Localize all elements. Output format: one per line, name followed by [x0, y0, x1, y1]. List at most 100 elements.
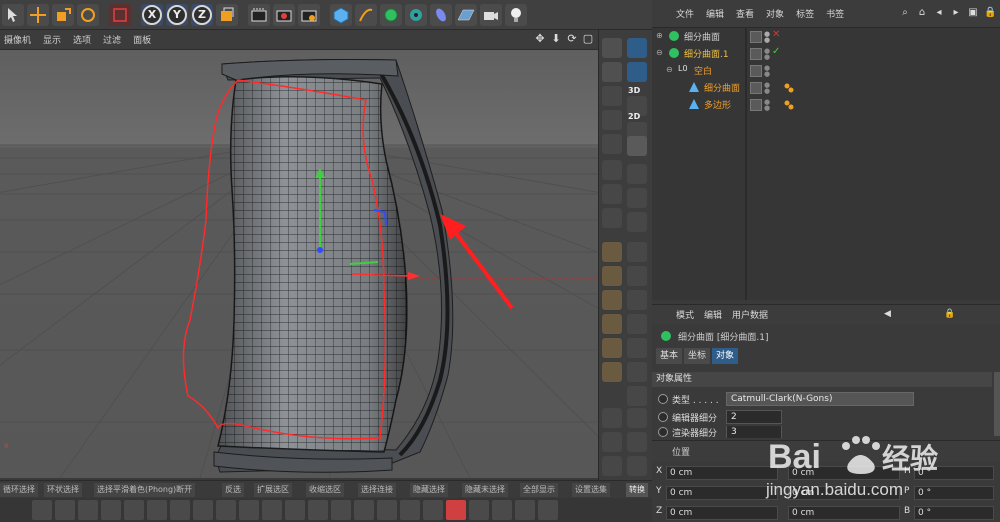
- tool-icon[interactable]: [170, 500, 190, 520]
- lock-icon[interactable]: 🔒: [944, 309, 955, 319]
- points-mode-icon[interactable]: [627, 164, 647, 184]
- spline-icon[interactable]: [627, 408, 647, 428]
- hide-selected-button[interactable]: 隐藏选择: [410, 483, 448, 497]
- checker-icon[interactable]: [602, 110, 622, 130]
- om-menu-object[interactable]: 对象: [766, 7, 784, 20]
- move-tool-icon[interactable]: [27, 3, 49, 26]
- grid-select-icon[interactable]: [602, 86, 622, 106]
- subdivision-surface-icon[interactable]: [380, 3, 402, 26]
- tag-red-icon[interactable]: [446, 500, 466, 520]
- bevel-icon[interactable]: [602, 160, 622, 180]
- convert-button[interactable]: 转换: [626, 483, 648, 497]
- cube-icon[interactable]: [330, 3, 352, 26]
- visibility-dots[interactable]: ● ●: [764, 47, 770, 60]
- tool-icon[interactable]: [147, 500, 167, 520]
- x-axis-lock-button[interactable]: X: [141, 3, 163, 26]
- expand-icon[interactable]: ⊕: [656, 31, 663, 40]
- collapse-icon[interactable]: ⊖: [666, 65, 673, 74]
- visibility-dots[interactable]: ● ●: [764, 64, 770, 77]
- object-row-polygon[interactable]: 多边形 ● ●: [652, 96, 1000, 113]
- home-icon[interactable]: ⌂: [916, 7, 928, 19]
- flatten-icon[interactable]: [627, 314, 647, 334]
- unhide-all-button[interactable]: 全部显示: [520, 483, 558, 497]
- object-row-subdivision-1[interactable]: ⊖ 细分曲面.1 ● ● ✓: [652, 45, 1000, 62]
- forward-icon[interactable]: ▸: [950, 7, 962, 19]
- magnet-icon[interactable]: [602, 242, 622, 262]
- tool-icon[interactable]: [239, 500, 259, 520]
- tool-icon[interactable]: [101, 500, 121, 520]
- slide-icon[interactable]: [602, 290, 622, 310]
- tool-icon[interactable]: [354, 500, 374, 520]
- dolly-icon[interactable]: ⬇: [550, 33, 562, 45]
- type-select[interactable]: Catmull-Clark(N-Gons): [726, 392, 914, 406]
- stitch-icon[interactable]: [602, 362, 622, 382]
- ring-select-button[interactable]: 环状选择: [44, 483, 82, 497]
- phong-tag-icon[interactable]: [784, 100, 794, 110]
- camera-icon[interactable]: [480, 3, 502, 26]
- tool-icon[interactable]: [377, 500, 397, 520]
- tool-icon[interactable]: [78, 500, 98, 520]
- orbit-icon[interactable]: ⟳: [566, 33, 578, 45]
- object-row-subdivision-child[interactable]: 细分曲面 ● ●: [652, 79, 1000, 96]
- scale-tool-icon[interactable]: [52, 3, 74, 26]
- tool-icon[interactable]: [492, 500, 512, 520]
- editor-subdivision-input[interactable]: 2: [726, 410, 782, 424]
- animate-toggle[interactable]: [658, 427, 668, 437]
- pen-spline-icon[interactable]: [355, 3, 377, 26]
- rotate-tool-icon[interactable]: [77, 3, 99, 26]
- visibility-dots[interactable]: ● ●: [764, 81, 770, 94]
- inflate-icon[interactable]: [627, 338, 647, 358]
- tweak-icon[interactable]: [627, 266, 647, 286]
- loop-select-button[interactable]: 循环选择: [0, 483, 38, 497]
- pinch-icon[interactable]: [627, 362, 647, 382]
- collapse-icon[interactable]: ⊖: [656, 48, 663, 57]
- tool-icon[interactable]: [262, 500, 282, 520]
- disabled-cross-icon[interactable]: ✕: [772, 29, 780, 40]
- model-mode-icon[interactable]: [627, 38, 647, 58]
- y-axis-lock-button[interactable]: Y: [166, 3, 188, 26]
- bridge-icon[interactable]: [602, 338, 622, 358]
- polygon-pen-icon[interactable]: [602, 62, 622, 82]
- coordinate-system-icon[interactable]: [216, 3, 238, 26]
- z-axis-lock-button[interactable]: Z: [191, 3, 213, 26]
- am-menu-edit[interactable]: 编辑: [704, 308, 722, 321]
- set-selection-button[interactable]: 设置选集: [572, 483, 610, 497]
- knife-tool-icon[interactable]: [602, 38, 622, 58]
- texture-mode-icon[interactable]: [627, 62, 647, 82]
- object-row-subdivision[interactable]: ⊕ 细分曲面 ● ● ✕: [652, 28, 1000, 45]
- am-menu-userdata[interactable]: 用户数据: [732, 308, 768, 321]
- tab-object[interactable]: 对象: [712, 348, 739, 364]
- tool-icon[interactable]: [32, 500, 52, 520]
- tool-icon[interactable]: [331, 500, 351, 520]
- scrollbar[interactable]: [994, 372, 1000, 436]
- tool-icon[interactable]: [285, 500, 305, 520]
- am-menu-mode[interactable]: 模式: [676, 308, 694, 321]
- tool-icon[interactable]: [124, 500, 144, 520]
- enabled-check-icon[interactable]: ✓: [772, 46, 780, 57]
- lattice-icon[interactable]: [602, 134, 622, 154]
- tab-coord[interactable]: 坐标: [684, 348, 711, 364]
- loop-cut-icon[interactable]: [602, 456, 622, 476]
- tool-icon[interactable]: [193, 500, 213, 520]
- layer-box[interactable]: [750, 81, 762, 94]
- layer-box[interactable]: [750, 64, 762, 77]
- visibility-dots[interactable]: ● ●: [764, 98, 770, 111]
- pos-z-input[interactable]: 0 cm: [666, 506, 778, 520]
- rot-b-input[interactable]: 0 °: [914, 506, 994, 520]
- menu-camera[interactable]: 摄像机: [4, 33, 31, 46]
- pos-y-input[interactable]: 0 cm: [666, 486, 778, 500]
- tool-icon[interactable]: [469, 500, 489, 520]
- phong-break-select-button[interactable]: 选择平滑着色(Phong)断开: [94, 483, 196, 497]
- rot-h-input[interactable]: 0 °: [914, 466, 994, 480]
- polygons-mode-icon[interactable]: [627, 212, 647, 232]
- live-selection-icon[interactable]: [109, 3, 131, 26]
- visibility-dots[interactable]: ● ●: [764, 30, 770, 43]
- render-settings-icon[interactable]: [298, 3, 320, 26]
- grab-icon[interactable]: [627, 386, 647, 406]
- 3d-viewport[interactable]: x: [0, 50, 598, 478]
- back-icon[interactable]: ◂: [933, 7, 945, 19]
- pointer-icon[interactable]: [2, 3, 24, 26]
- arc-icon[interactable]: [627, 432, 647, 452]
- helix-icon[interactable]: [627, 456, 647, 476]
- new-view-icon[interactable]: ▣: [967, 7, 979, 19]
